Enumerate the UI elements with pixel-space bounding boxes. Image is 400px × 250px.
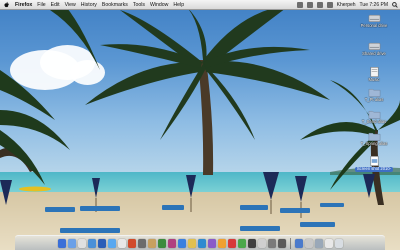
- user-name[interactable]: Kherpeh: [337, 2, 356, 8]
- desktop-icon-music[interactable]: Music: [350, 66, 398, 83]
- desktop-icon-screenshot[interactable]: Screen shot 2010-: [350, 155, 398, 172]
- menu-window[interactable]: Window: [150, 2, 168, 8]
- dock-app-icon[interactable]: [177, 238, 186, 248]
- dock-app-icon[interactable]: [167, 238, 176, 248]
- desktop-icon-label: T_Send alias: [361, 119, 387, 124]
- dock-app-icon[interactable]: [207, 238, 216, 248]
- desktop-icon-label: T_Pt alias: [364, 97, 384, 102]
- dock-separator: [289, 237, 291, 249]
- dock-app-icon[interactable]: [127, 238, 136, 248]
- dock: [15, 235, 385, 250]
- dock-app-icon[interactable]: [157, 238, 166, 248]
- desktop-icon-label: Screen shot 2010-: [354, 166, 394, 172]
- menu-clock[interactable]: Tue 7:26 PM: [360, 2, 388, 8]
- dock-app-icon[interactable]: [257, 238, 266, 248]
- menu-file[interactable]: File: [37, 2, 45, 8]
- dock-app-icon[interactable]: [67, 238, 76, 248]
- menu-help[interactable]: Help: [173, 2, 184, 8]
- spotlight-search-icon[interactable]: [392, 1, 398, 8]
- menu-tools[interactable]: Tools: [133, 2, 145, 8]
- wallpaper-palms: [0, 0, 400, 233]
- desktop-icon-pt-alias[interactable]: T_Pt alias: [350, 86, 398, 103]
- dock-app-icon[interactable]: [87, 238, 96, 248]
- dock-app-icon[interactable]: [117, 238, 126, 248]
- dock-stack-icon[interactable]: [314, 238, 323, 248]
- menu-edit[interactable]: Edit: [51, 2, 60, 8]
- dock-app-icon[interactable]: [227, 238, 236, 248]
- desktop-icon-shared-drive[interactable]: Shared drive: [350, 40, 398, 57]
- dock-app-icon[interactable]: [247, 238, 256, 248]
- dock-stack-icon[interactable]: [304, 238, 313, 248]
- dock-app-icon[interactable]: [137, 238, 146, 248]
- desktop-wallpaper: [0, 0, 400, 250]
- dock-app-icon[interactable]: [107, 238, 116, 248]
- battery-icon[interactable]: [326, 1, 333, 8]
- apple-menu-icon[interactable]: [3, 1, 10, 8]
- wifi-icon[interactable]: [306, 1, 313, 8]
- dock-app-icon[interactable]: [277, 238, 286, 248]
- dock-app-icon[interactable]: [77, 238, 86, 248]
- bluetooth-icon[interactable]: [296, 1, 303, 8]
- dock-app-icon[interactable]: [97, 238, 106, 248]
- dock-app-icon[interactable]: [57, 238, 66, 248]
- dock-stack-icon[interactable]: [324, 238, 333, 248]
- volume-icon[interactable]: [316, 1, 323, 8]
- desktop-icon-label: Personal drive: [360, 23, 388, 28]
- dock-app-icon[interactable]: [197, 238, 206, 248]
- menu-app-firefox[interactable]: Firefox: [15, 2, 32, 8]
- dock-app-icon[interactable]: [267, 238, 276, 248]
- desktop-icon-label: Shared drive: [362, 51, 386, 56]
- menu-extras: Kherpeh Tue 7:26 PM: [296, 0, 398, 9]
- dock-app-icon[interactable]: [187, 238, 196, 248]
- dock-app-icon[interactable]: [237, 238, 246, 248]
- dock-app-icon[interactable]: [217, 238, 226, 248]
- desktop-icon-label: T_Spring alias: [360, 141, 388, 146]
- dock-app-icon[interactable]: [147, 238, 156, 248]
- menu-view[interactable]: View: [65, 2, 76, 8]
- menu-bookmarks[interactable]: Bookmarks: [102, 2, 128, 8]
- desktop-icon-spring-alias[interactable]: T_Spring alias: [350, 130, 398, 147]
- desktop-icon-label: Music: [368, 77, 380, 82]
- desktop-icon-personal-drive[interactable]: Personal drive: [350, 12, 398, 29]
- menu-history[interactable]: History: [81, 2, 97, 8]
- desktop-icon-send-alias[interactable]: T_Send alias: [350, 108, 398, 125]
- menu-bar: Firefox File Edit View History Bookmarks…: [0, 0, 400, 10]
- trash-icon[interactable]: [334, 238, 343, 248]
- dock-stack-icon[interactable]: [294, 238, 303, 248]
